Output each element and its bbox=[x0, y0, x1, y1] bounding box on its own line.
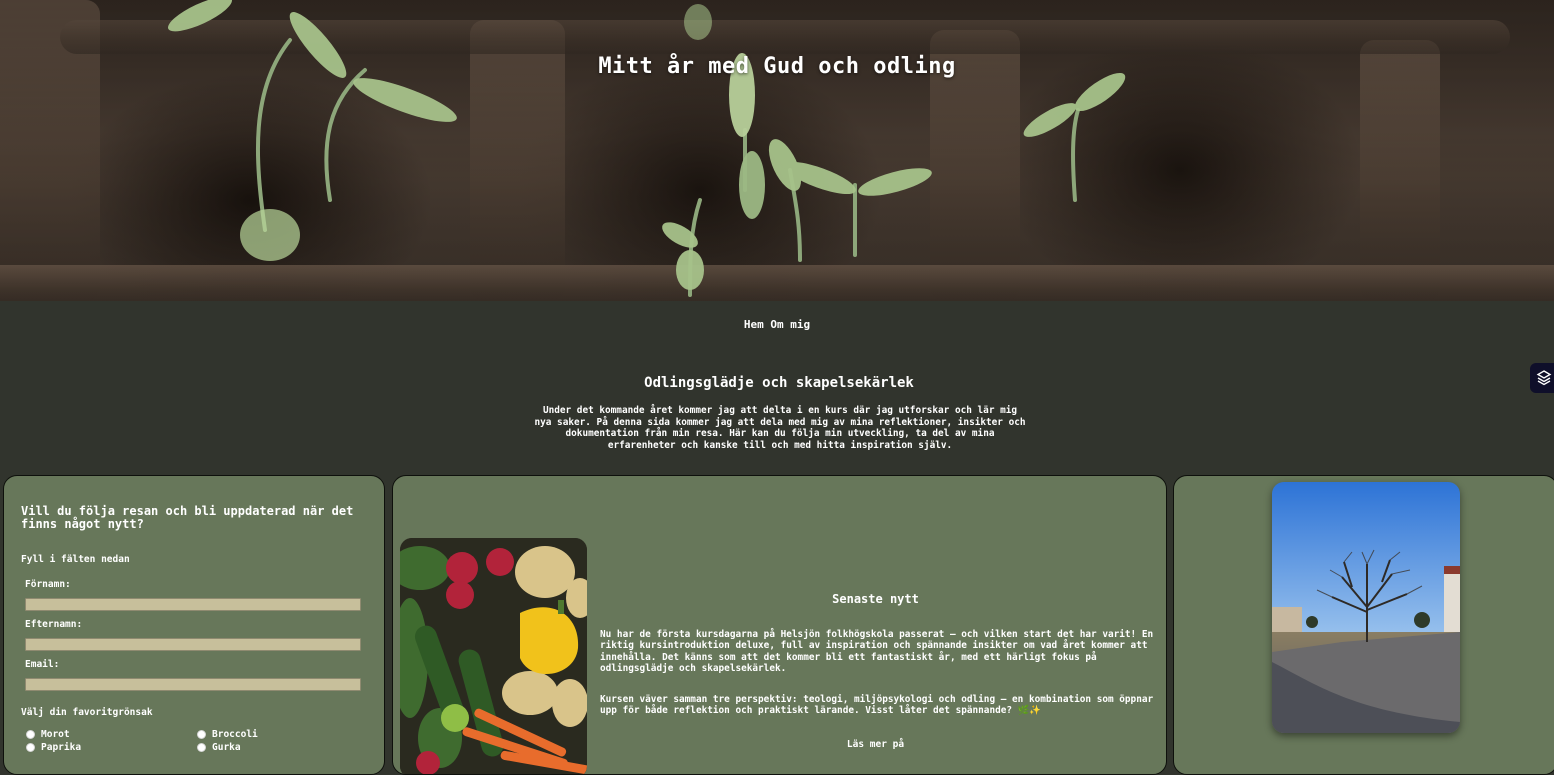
lastname-label: Efternamn: bbox=[25, 619, 83, 630]
news-card: Senaste nytt Nu har de första kursdagarn… bbox=[392, 475, 1167, 775]
read-more-link[interactable]: Läs mer på bbox=[603, 739, 1148, 750]
firstname-label: Förnamn: bbox=[25, 579, 71, 590]
radio-button[interactable] bbox=[197, 730, 206, 739]
news-heading: Senaste nytt bbox=[832, 592, 919, 606]
hero-banner: Mitt år med Gud och odling bbox=[0, 0, 1554, 301]
radio-option-broccoli[interactable]: Broccoli bbox=[197, 729, 258, 740]
intro-heading: Odlingsglädje och skapelsekärlek bbox=[644, 375, 914, 391]
radio-label: Broccoli bbox=[212, 729, 258, 740]
email-input[interactable] bbox=[25, 678, 361, 691]
extension-badge-button[interactable] bbox=[1530, 363, 1554, 393]
subscribe-heading: Vill du följa resan och bli uppdaterad n… bbox=[21, 504, 354, 531]
radio-label: Morot bbox=[41, 729, 70, 740]
main-nav: Hem Om mig bbox=[0, 318, 1554, 331]
tree-photo bbox=[1272, 482, 1460, 733]
page-title: Mitt år med Gud och odling bbox=[598, 54, 956, 79]
radio-label: Gurka bbox=[212, 742, 241, 753]
layers-app-icon bbox=[1536, 370, 1552, 386]
seedlings-illustration bbox=[167, 0, 1126, 297]
vegetables-photo bbox=[400, 538, 587, 774]
radio-button[interactable] bbox=[26, 743, 35, 752]
photo-card bbox=[1173, 475, 1554, 775]
intro-text: Under det kommande året kommer jag att d… bbox=[534, 405, 1026, 451]
veg-question: Välj din favoritgrönsak bbox=[21, 707, 153, 718]
lastname-input[interactable] bbox=[25, 638, 361, 651]
nav-link-home[interactable]: Hem bbox=[744, 318, 764, 331]
radio-label: Paprika bbox=[41, 742, 82, 753]
subscribe-card: Vill du följa resan och bli uppdaterad n… bbox=[3, 475, 385, 775]
radio-option-gurka[interactable]: Gurka bbox=[197, 742, 241, 753]
radio-button[interactable] bbox=[197, 743, 206, 752]
news-paragraph: Nu har de första kursdagarna på Helsjön … bbox=[600, 629, 1154, 675]
radio-option-paprika[interactable]: Paprika bbox=[26, 742, 81, 753]
radio-button[interactable] bbox=[26, 730, 35, 739]
form-instruction: Fyll i fälten nedan bbox=[21, 554, 130, 565]
nav-link-about[interactable]: Om mig bbox=[770, 318, 810, 331]
news-paragraph: Kursen väver samman tre perspektiv: teol… bbox=[600, 694, 1154, 717]
firstname-input[interactable] bbox=[25, 598, 361, 611]
email-label: Email: bbox=[25, 659, 60, 670]
radio-option-morot[interactable]: Morot bbox=[26, 729, 70, 740]
